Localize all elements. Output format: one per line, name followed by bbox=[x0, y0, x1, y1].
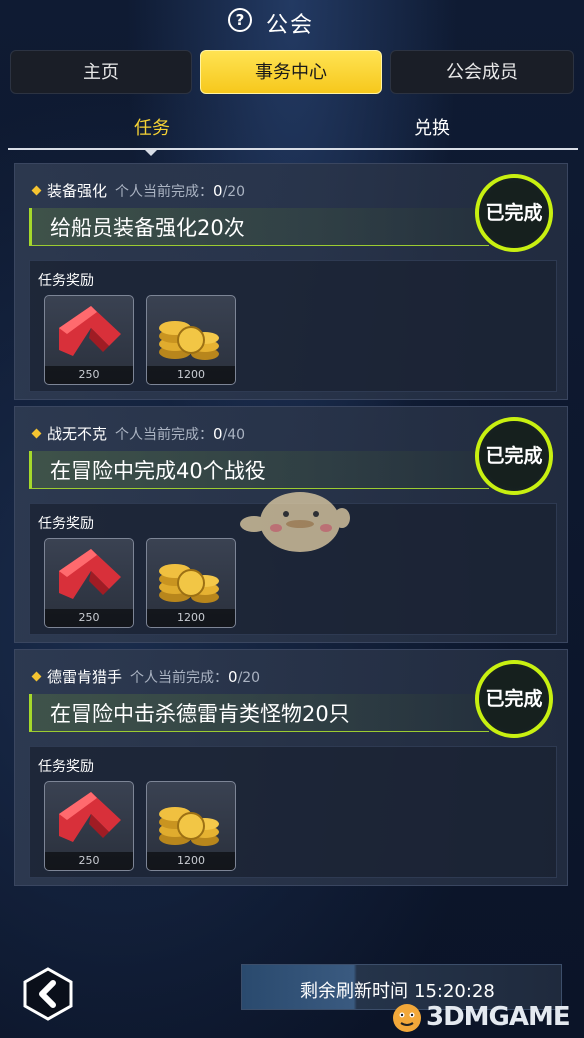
subtab-divider bbox=[8, 148, 578, 150]
mascot-watermark-icon bbox=[240, 492, 350, 552]
gold-coins-icon bbox=[159, 807, 219, 846]
progress-count: 0 bbox=[213, 425, 223, 443]
progress-count: 0 bbox=[228, 668, 238, 686]
tab-home[interactable]: 主页 bbox=[10, 50, 192, 94]
diamond-icon bbox=[31, 185, 42, 196]
mission-description: 在冒险中完成40个战役 bbox=[50, 459, 266, 483]
back-chevron-icon bbox=[23, 967, 73, 1021]
watermark-text: 3DMGAME bbox=[426, 1002, 571, 1032]
gold-coins-icon bbox=[159, 564, 219, 603]
red-chevron-icon bbox=[59, 549, 121, 599]
reward-quantity: 250 bbox=[45, 366, 133, 384]
gold-coins-icon bbox=[159, 321, 219, 360]
progress-count: 0 bbox=[213, 182, 223, 200]
reward-item[interactable]: 1200 bbox=[146, 781, 236, 871]
reward-quantity: 250 bbox=[45, 609, 133, 627]
completed-stamp: 已完成 bbox=[475, 417, 553, 495]
title-bar: ? 公会 bbox=[0, 0, 584, 44]
reward-quantity: 1200 bbox=[147, 609, 235, 627]
mission-card: 装备强化 个人当前完成：0/20 给船员装备强化20次 已完成 任务奖励 250 … bbox=[14, 163, 568, 400]
reward-item[interactable]: 250 bbox=[44, 538, 134, 628]
refresh-label: 剩余刷新时间 bbox=[300, 981, 408, 1002]
mission-description-bar: 在冒险中击杀德雷肯类怪物20只 bbox=[29, 694, 489, 732]
mascot-logo-icon bbox=[393, 1004, 421, 1032]
reward-item[interactable]: 250 bbox=[44, 781, 134, 871]
mission-name: 德雷肯猎手 bbox=[47, 668, 123, 686]
progress-total: /40 bbox=[222, 427, 246, 443]
rewards-panel: 任务奖励 250 1200 bbox=[29, 746, 557, 878]
completed-stamp: 已完成 bbox=[475, 174, 553, 252]
reward-quantity: 250 bbox=[45, 852, 133, 870]
mission-header: 装备强化 个人当前完成：0/20 bbox=[31, 180, 246, 201]
refresh-time: 15:20:28 bbox=[414, 981, 495, 1002]
progress-total: /20 bbox=[237, 670, 261, 686]
progress-label: 个人当前完成： bbox=[115, 427, 214, 443]
mission-name: 战无不克 bbox=[47, 425, 108, 443]
mission-description: 给船员装备强化20次 bbox=[50, 216, 245, 240]
completed-stamp: 已完成 bbox=[475, 660, 553, 738]
red-chevron-icon bbox=[59, 792, 121, 842]
red-chevron-icon bbox=[59, 306, 121, 356]
reward-item[interactable]: 250 bbox=[44, 295, 134, 385]
rewards-label: 任务奖励 bbox=[38, 273, 94, 289]
diamond-icon bbox=[31, 671, 42, 682]
reward-quantity: 1200 bbox=[147, 852, 235, 870]
mission-card: 德雷肯猎手 个人当前完成：0/20 在冒险中击杀德雷肯类怪物20只 已完成 任务奖… bbox=[14, 649, 568, 886]
subtab-tasks[interactable]: 任务 bbox=[134, 114, 170, 140]
page-title: 公会 bbox=[266, 13, 315, 38]
progress-label: 个人当前完成： bbox=[130, 670, 229, 686]
mission-header: 战无不克 个人当前完成：0/40 bbox=[31, 423, 246, 444]
diamond-icon bbox=[31, 428, 42, 439]
tab-affairs-center[interactable]: 事务中心 bbox=[200, 50, 382, 94]
reward-quantity: 1200 bbox=[147, 366, 235, 384]
back-button[interactable] bbox=[20, 966, 76, 1022]
watermark: 3DMGAME bbox=[388, 1000, 578, 1034]
progress-label: 个人当前完成： bbox=[115, 184, 214, 200]
tab-guild-members[interactable]: 公会成员 bbox=[390, 50, 574, 94]
mission-name: 装备强化 bbox=[47, 182, 108, 200]
subtab-exchange[interactable]: 兑换 bbox=[414, 114, 450, 140]
mission-description-bar: 给船员装备强化20次 bbox=[29, 208, 489, 246]
sub-tabs: 任务 兑换 bbox=[0, 108, 584, 156]
rewards-label: 任务奖励 bbox=[38, 516, 94, 532]
reward-item[interactable]: 1200 bbox=[146, 295, 236, 385]
progress-total: /20 bbox=[222, 184, 246, 200]
mission-header: 德雷肯猎手 个人当前完成：0/20 bbox=[31, 666, 261, 687]
rewards-panel: 任务奖励 250 1200 bbox=[29, 260, 557, 392]
help-icon[interactable]: ? bbox=[228, 8, 252, 32]
reward-item[interactable]: 1200 bbox=[146, 538, 236, 628]
rewards-label: 任务奖励 bbox=[38, 759, 94, 775]
top-tabs: 主页 事务中心 公会成员 bbox=[10, 50, 574, 96]
subtab-indicator bbox=[145, 150, 157, 156]
mission-description: 在冒险中击杀德雷肯类怪物20只 bbox=[50, 702, 350, 726]
